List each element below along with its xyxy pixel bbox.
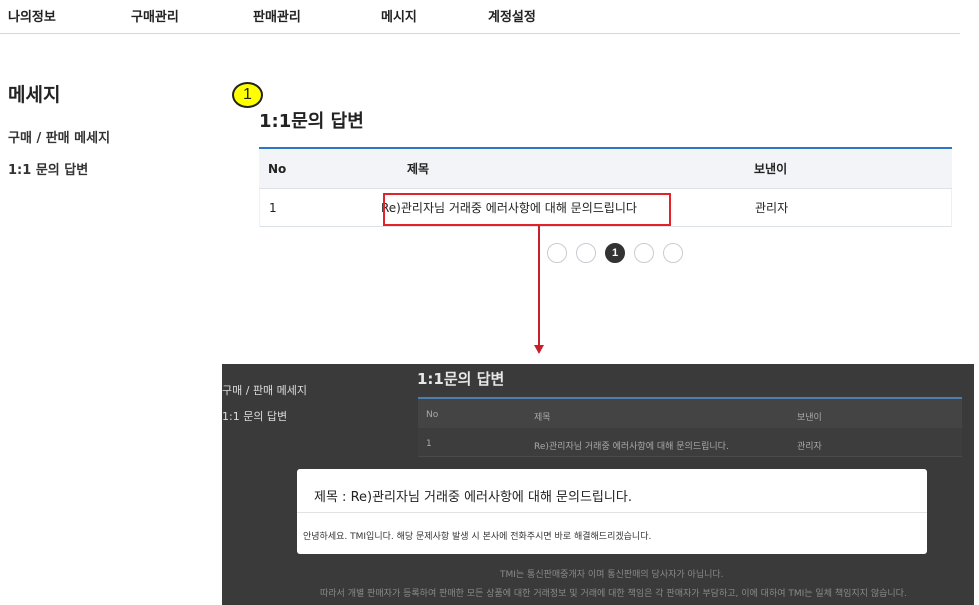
nav-messages[interactable]: 메시지 [381,6,417,25]
modal-title: 제목 : Re)관리자님 거래중 에러사항에 대해 문의드립니다. [314,490,632,505]
table-header: No 제목 보낸이 [259,149,952,189]
page-button[interactable] [663,243,683,263]
table-row[interactable]: 1 Re)관리자님 거래중 에러사항에 대해 문의드립니다 관리자 [259,189,952,227]
page-button[interactable] [634,243,654,263]
dimmed-row-no: 1 [426,439,432,449]
column-header-title: 제목 [407,162,430,176]
dimmed-header-sender: 보낸이 [797,413,822,423]
dimmed-row-sender: 관리자 [797,442,822,452]
top-nav: 나의정보 구매관리 판매관리 메시지 계정설정 [0,0,960,34]
row-title-link[interactable]: Re)관리자님 거래중 에러사항에 대해 문의드립니다 [381,189,637,226]
dimmed-header-title: 제목 [534,413,551,423]
step-marker: 1 [232,82,263,108]
nav-account[interactable]: 계정설정 [488,6,536,25]
pagination: 1 [547,243,683,265]
modal-screenshot: 구매 / 판매 메세지 1:1 문의 답변 1:1문의 답변 No 제목 보낸이… [222,364,974,605]
dimmed-row-title: Re)관리자님 거래중 에러사항에 대해 문의드립니다. [534,442,729,452]
column-header-sender: 보낸이 [754,162,788,176]
column-header-no: No [268,161,287,176]
arrow-head [534,345,544,354]
page-title: 1:1문의 답변 [259,111,364,132]
dimmed-table: No 제목 보낸이 1 Re)관리자님 거래중 에러사항에 대해 문의드립니다.… [418,397,962,459]
page-button-current[interactable]: 1 [605,243,625,263]
modal-divider [297,512,927,513]
row-no: 1 [269,200,277,215]
nav-sales[interactable]: 판매관리 [253,6,301,25]
dimmed-header-no: No [426,410,439,420]
message-modal: 제목 : Re)관리자님 거래중 에러사항에 대해 문의드립니다. 안녕하세요.… [297,469,927,554]
dimmed-sidebar-item: 1:1 문의 답변 [222,410,288,423]
row-sender: 관리자 [755,201,789,215]
dimmed-page-title: 1:1문의 답변 [417,370,505,388]
modal-body: 안녕하세요. TMI입니다. 해당 문제사항 발생 시 본사에 전화주시면 바로… [303,532,652,542]
sidebar-title: 메세지 [8,84,61,106]
page-button[interactable] [576,243,596,263]
dimmed-table-header [418,399,962,428]
sidebar-item-inquiry-answers[interactable]: 1:1 문의 답변 [8,159,88,178]
footer-notice: TMI는 통신판매중개자 이며 통신판매의 당사자가 아닙니다. [500,570,724,580]
inquiry-table: No 제목 보낸이 1 Re)관리자님 거래중 에러사항에 대해 문의드립니다 … [259,147,952,227]
arrow-line [538,226,540,345]
page-button[interactable] [547,243,567,263]
nav-purchase[interactable]: 구매관리 [131,6,179,25]
footer-disclaimer: 따라서 개별 판매자가 등록하여 판매한 모든 상품에 대한 거래정보 및 거래… [320,589,907,599]
sidebar-item-trade-messages[interactable]: 구매 / 판매 메세지 [8,127,110,146]
nav-my-info[interactable]: 나의정보 [8,6,56,25]
dimmed-sidebar-item: 구매 / 판매 메세지 [222,384,308,397]
